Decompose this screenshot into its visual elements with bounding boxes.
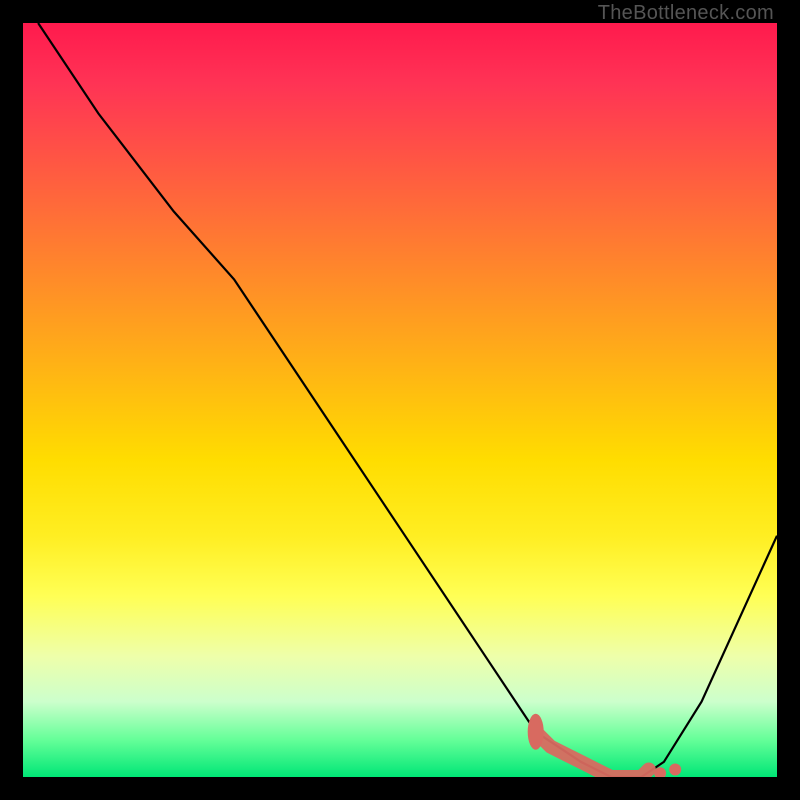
marker-start-blob [528, 714, 544, 750]
highlighted-markers [528, 714, 682, 777]
marker-smear [536, 732, 649, 777]
plot-area [23, 23, 777, 777]
marker-dot [669, 764, 681, 776]
bottleneck-curve-line [38, 23, 777, 777]
marker-dot [654, 767, 666, 777]
chart-svg [23, 23, 777, 777]
watermark-text: TheBottleneck.com [598, 2, 774, 25]
